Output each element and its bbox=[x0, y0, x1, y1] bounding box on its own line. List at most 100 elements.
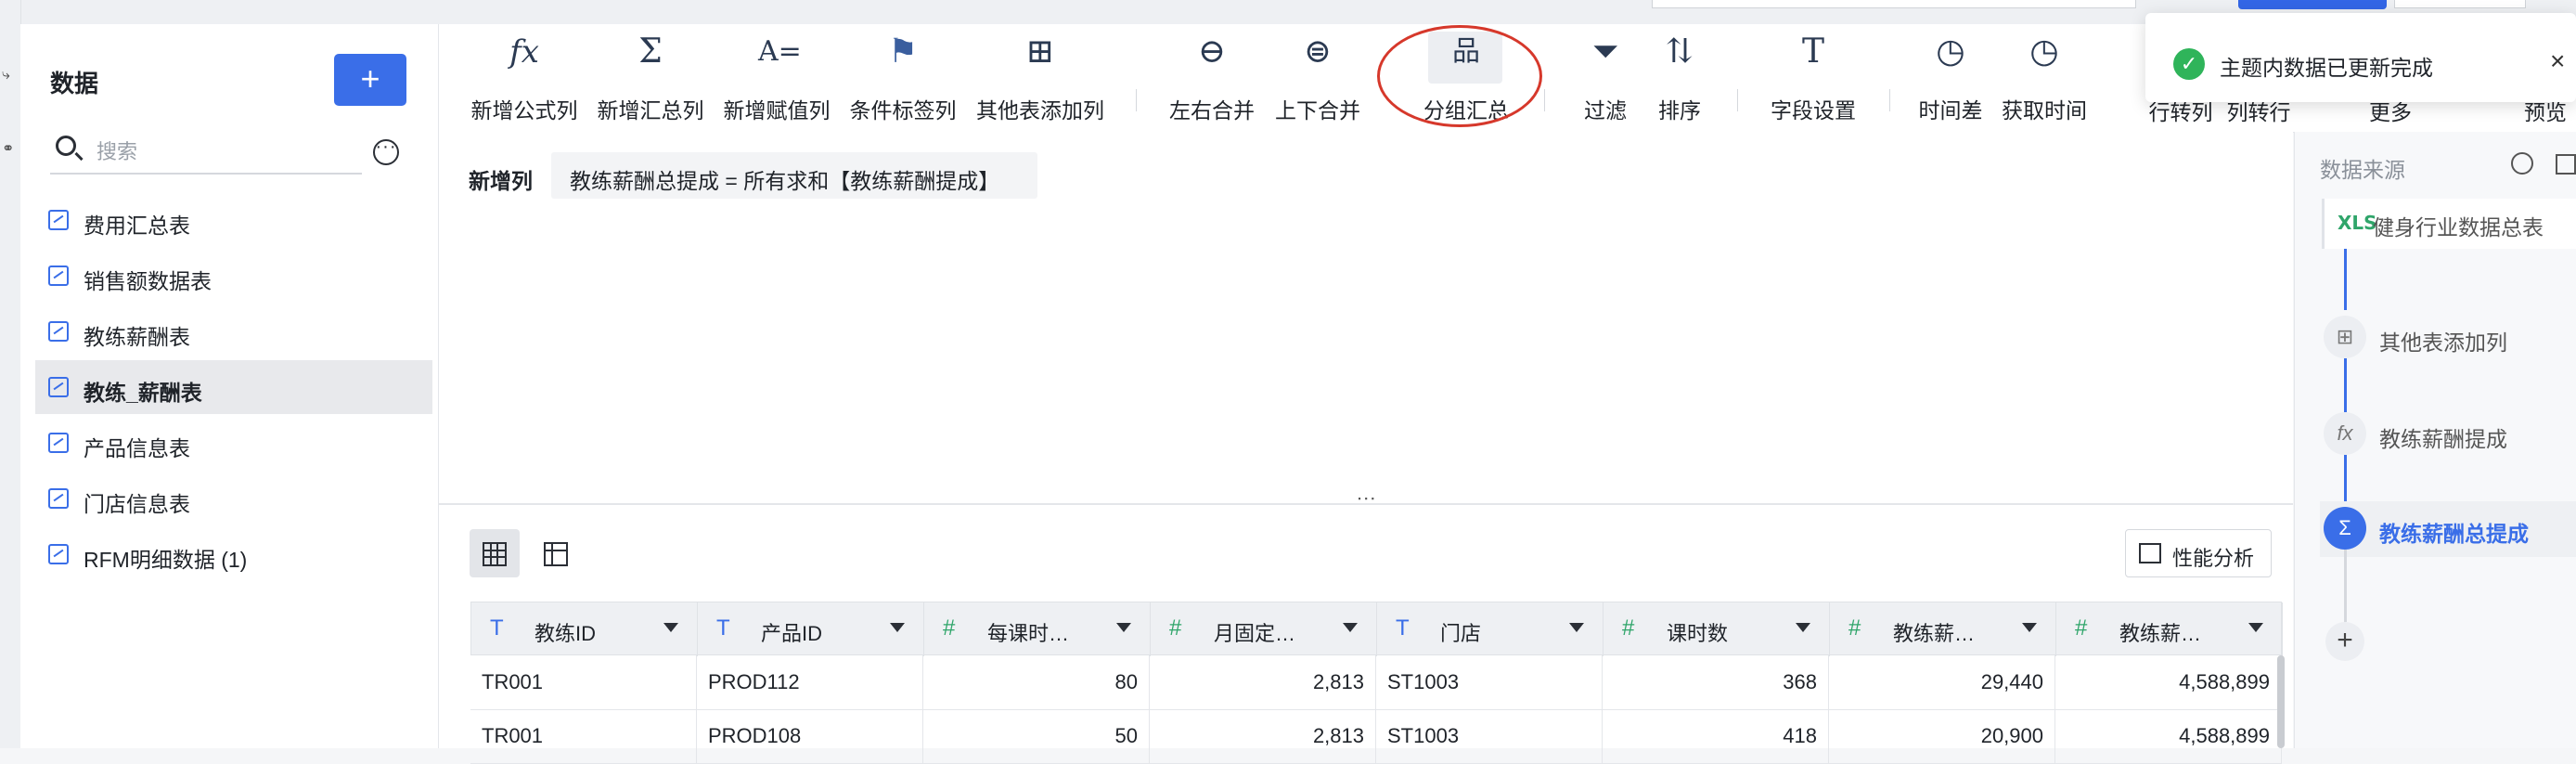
get-time-icon: ◷ bbox=[2029, 32, 2059, 71]
column-header[interactable]: T 教练ID bbox=[471, 602, 698, 656]
pivot-view-button[interactable] bbox=[531, 529, 581, 577]
formula-expression: 教练薪酬总提成 = 所有求和【教练薪酬提成】 bbox=[570, 169, 1000, 193]
table-cell[interactable]: 418 bbox=[1603, 709, 1829, 763]
list-item[interactable]: 销售额数据表 bbox=[35, 249, 432, 303]
tool-merge-vertical[interactable]: ⊜ 上下合并 bbox=[1262, 24, 1373, 132]
list-item-label: 费用汇总表 bbox=[84, 214, 190, 238]
search-box[interactable]: 搜索 bbox=[50, 128, 362, 175]
column-header[interactable]: T 门店 bbox=[1377, 602, 1604, 656]
list-item[interactable]: 产品信息表 bbox=[35, 416, 432, 470]
tool-field-settings[interactable]: T 字段设置 bbox=[1758, 24, 1869, 132]
grid-view-button[interactable] bbox=[470, 529, 520, 577]
tool-label: 新增汇总列 bbox=[597, 98, 704, 123]
list-item-label: 门店信息表 bbox=[84, 492, 190, 516]
table-cell[interactable]: 2,813 bbox=[1150, 655, 1376, 709]
tool-add-column-from-table[interactable]: ⊞ 其他表添加列 bbox=[971, 24, 1110, 132]
table-cell[interactable]: ST1003 bbox=[1376, 709, 1603, 763]
number-type-icon: # bbox=[943, 615, 956, 641]
column-header[interactable]: # 每课时… bbox=[924, 602, 1151, 656]
table-cell[interactable]: 29,440 bbox=[1829, 655, 2055, 709]
tool-add-summary-column[interactable]: Σ 新增汇总列 bbox=[590, 24, 711, 132]
add-dataset-button[interactable]: + bbox=[334, 54, 406, 106]
table-cell[interactable]: ST1003 bbox=[1376, 655, 1603, 709]
tool-time-diff[interactable]: ◷ 时间差 bbox=[1904, 24, 1997, 132]
close-icon[interactable]: × bbox=[2550, 46, 2565, 76]
list-item-label: 产品信息表 bbox=[84, 436, 190, 460]
history-icon[interactable] bbox=[2511, 152, 2533, 175]
sigma-icon: Σ bbox=[2324, 507, 2366, 550]
table-cell[interactable]: 20,900 bbox=[1829, 709, 2055, 763]
chevron-down-icon[interactable] bbox=[663, 623, 678, 632]
chart-icon bbox=[48, 433, 69, 453]
tool-add-formula-column[interactable]: fx 新增公式列 bbox=[464, 24, 585, 132]
top-search-box[interactable] bbox=[1652, 0, 2136, 8]
table-cell[interactable]: 50 bbox=[923, 709, 1150, 763]
flow-line bbox=[2344, 550, 2347, 622]
list-item-label: 销售额数据表 bbox=[84, 269, 212, 293]
performance-analysis-button[interactable]: 性能分析 bbox=[2125, 529, 2272, 577]
strip-link-icon[interactable]: ⤷ bbox=[2, 67, 15, 83]
step-label-active[interactable]: 教练薪酬总提成 bbox=[2379, 516, 2529, 548]
step-label[interactable]: 其他表添加列 bbox=[2379, 325, 2507, 356]
chart-icon bbox=[48, 321, 69, 342]
chart-icon bbox=[48, 544, 69, 564]
step-label[interactable]: 教练薪酬提成 bbox=[2379, 421, 2507, 453]
chevron-down-icon[interactable] bbox=[2248, 623, 2263, 632]
strip-group-icon[interactable]: ⚭ bbox=[2, 139, 15, 157]
chart-monitor-icon bbox=[2139, 543, 2161, 563]
chevron-down-icon[interactable] bbox=[1116, 623, 1131, 632]
table-row[interactable]: TR001 PROD108 50 2,813 ST1003 418 20,900… bbox=[470, 709, 2282, 764]
column-header[interactable]: # 课时数 bbox=[1604, 602, 1830, 656]
list-item[interactable]: 费用汇总表 bbox=[35, 193, 432, 247]
search-input[interactable]: 搜索 bbox=[97, 136, 137, 165]
tool-label: 时间差 bbox=[1918, 98, 1983, 123]
column-header[interactable]: T 产品ID bbox=[698, 602, 924, 656]
column-header-label: 门店 bbox=[1440, 622, 1482, 645]
tool-add-assign-column[interactable]: A= 新增赋值列 bbox=[716, 24, 837, 132]
table-cell[interactable]: PROD112 bbox=[697, 655, 923, 709]
column-header-label: 教练ID bbox=[535, 622, 597, 645]
table-cell[interactable]: TR001 bbox=[470, 655, 697, 709]
layout-icon[interactable] bbox=[2556, 154, 2576, 175]
top-button[interactable] bbox=[2394, 0, 2526, 8]
table-row[interactable]: TR001 PROD112 80 2,813 ST1003 368 29,440… bbox=[470, 655, 2282, 710]
list-item[interactable]: 教练薪酬表 bbox=[35, 304, 432, 358]
table-cell[interactable]: 4,588,899 bbox=[2055, 709, 2282, 763]
tool-get-time[interactable]: ◷ 获取时间 bbox=[1993, 24, 2095, 132]
column-header[interactable]: # 月固定… bbox=[1151, 602, 1377, 656]
list-item-label: 教练_薪酬表 bbox=[84, 381, 202, 405]
list-item-label: 教练薪酬表 bbox=[84, 325, 190, 349]
table-cell[interactable]: 80 bbox=[923, 655, 1150, 709]
chevron-down-icon[interactable] bbox=[2022, 623, 2037, 632]
tool-label: 新增赋值列 bbox=[723, 98, 831, 123]
add-step-button[interactable]: + bbox=[2325, 622, 2364, 661]
chevron-down-icon[interactable] bbox=[890, 623, 905, 632]
data-source-item[interactable]: XLS 健身行业数据总表 bbox=[2322, 199, 2576, 249]
chevron-down-icon[interactable] bbox=[1796, 623, 1810, 632]
chevron-down-icon[interactable] bbox=[1343, 623, 1358, 632]
filter-icon: ⏷ bbox=[1591, 32, 1619, 71]
top-primary-button[interactable] bbox=[2238, 0, 2387, 9]
success-check-icon: ✓ bbox=[2173, 48, 2205, 80]
column-header[interactable]: # 教练薪… bbox=[1830, 602, 2056, 656]
formula-expression-box[interactable]: 教练薪酬总提成 = 所有求和【教练薪酬提成】 bbox=[551, 152, 1037, 199]
table-cell[interactable]: PROD108 bbox=[697, 709, 923, 763]
list-item[interactable]: 门店信息表 bbox=[35, 472, 432, 525]
table-cell[interactable]: TR001 bbox=[470, 709, 697, 763]
tool-condition-tag-column[interactable]: ⚑ 条件标签列 bbox=[843, 24, 963, 132]
left-strip bbox=[0, 0, 21, 748]
tool-label: 新增公式列 bbox=[470, 98, 578, 123]
table-scrollbar[interactable] bbox=[2277, 655, 2285, 748]
more-options-icon[interactable]: ··· bbox=[373, 137, 399, 165]
chevron-down-icon[interactable] bbox=[1569, 623, 1584, 632]
table-cell[interactable]: 368 bbox=[1603, 655, 1829, 709]
flow-line bbox=[2344, 455, 2347, 507]
column-header[interactable]: # 教练薪… bbox=[2056, 602, 2283, 656]
chart-icon bbox=[48, 265, 69, 286]
table-cell[interactable]: 4,588,899 bbox=[2055, 655, 2282, 709]
list-item[interactable]: RFM明细数据 (1) bbox=[35, 527, 432, 581]
table-cell[interactable]: 2,813 bbox=[1150, 709, 1376, 763]
list-item-active[interactable]: 教练_薪酬表 bbox=[35, 360, 432, 414]
tool-sort[interactable]: ⇅ 排序 bbox=[1633, 24, 1726, 132]
tool-merge-horizontal[interactable]: ⊖ 左右合并 bbox=[1156, 24, 1268, 132]
